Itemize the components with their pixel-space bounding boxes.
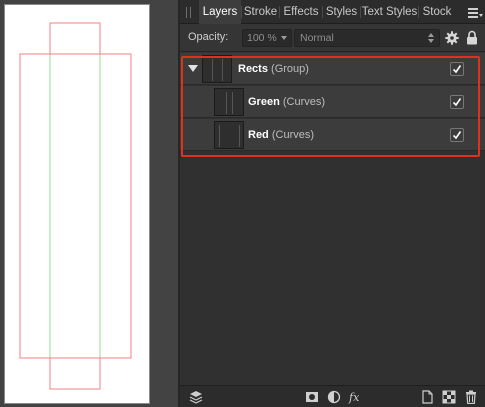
tab-text-styles[interactable]: Text Styles bbox=[361, 0, 418, 24]
gear-icon[interactable] bbox=[445, 31, 459, 45]
layer-type: (Group) bbox=[271, 63, 309, 75]
opacity-input[interactable]: 100 % bbox=[242, 29, 292, 47]
layer-name: Red bbox=[248, 129, 269, 141]
blend-mode-value: Normal bbox=[300, 32, 334, 44]
layer-row-rects-group[interactable]: Rects (Group) bbox=[180, 53, 485, 85]
tab-stroke[interactable]: Stroke bbox=[242, 0, 279, 24]
checkmark-icon bbox=[452, 65, 462, 74]
panel-bottom-toolbar: fx bbox=[180, 385, 485, 407]
layers-panel: Layers Stroke Effects Styles Text Styles… bbox=[180, 0, 485, 407]
group-icon[interactable] bbox=[442, 390, 456, 404]
layer-thumbnail bbox=[214, 121, 244, 149]
chevron-down-icon[interactable] bbox=[281, 36, 287, 40]
tab-stock[interactable]: Stock bbox=[419, 0, 455, 24]
updown-arrows-icon bbox=[428, 33, 434, 44]
panel-grip-handle[interactable] bbox=[186, 7, 192, 18]
canvas-shapes bbox=[19, 22, 132, 390]
mask-icon[interactable] bbox=[305, 390, 319, 404]
opacity-label: Opacity: bbox=[188, 31, 229, 43]
trash-icon[interactable] bbox=[464, 390, 478, 404]
artboard[interactable] bbox=[4, 4, 150, 404]
red-curve-shape-top bbox=[49, 22, 101, 55]
red-curve-shape bbox=[19, 53, 132, 359]
layer-type: (Curves) bbox=[271, 129, 315, 141]
visibility-checkbox[interactable] bbox=[450, 128, 464, 142]
tab-effects[interactable]: Effects bbox=[280, 0, 322, 24]
document-canvas[interactable] bbox=[0, 0, 178, 407]
layer-label: Green (Curves) bbox=[248, 96, 325, 108]
lock-icon[interactable] bbox=[466, 30, 478, 45]
layer-row-green-curves[interactable]: Green (Curves) bbox=[180, 86, 485, 118]
adjustment-icon[interactable] bbox=[327, 390, 341, 404]
fx-icon[interactable]: fx bbox=[348, 390, 364, 404]
panel-tab-bar: Layers Stroke Effects Styles Text Styles… bbox=[180, 0, 485, 24]
blend-mode-select[interactable]: Normal bbox=[294, 29, 440, 47]
layer-row-red-curves[interactable]: Red (Curves) bbox=[180, 119, 485, 151]
layer-thumbnail bbox=[214, 88, 244, 116]
svg-text:fx: fx bbox=[348, 391, 360, 404]
opacity-value: 100 % bbox=[247, 32, 277, 44]
new-layer-icon[interactable] bbox=[420, 390, 434, 404]
layer-name: Rects bbox=[238, 63, 268, 75]
layer-name: Green bbox=[248, 96, 280, 108]
layers-stack-icon[interactable] bbox=[189, 390, 203, 404]
expand-triangle-icon[interactable] bbox=[188, 65, 198, 72]
layer-thumbnail bbox=[202, 55, 232, 83]
layer-type: (Curves) bbox=[282, 96, 326, 108]
checkmark-icon bbox=[452, 131, 462, 140]
layer-options-bar: Opacity: 100 % Normal bbox=[180, 24, 485, 52]
red-curve-shape-bottom bbox=[49, 357, 101, 390]
tab-styles[interactable]: Styles bbox=[323, 0, 360, 24]
tab-layers[interactable]: Layers bbox=[199, 0, 241, 24]
hamburger-menu-icon[interactable] bbox=[466, 4, 484, 20]
layer-label: Rects (Group) bbox=[238, 63, 309, 75]
visibility-checkbox[interactable] bbox=[450, 95, 464, 109]
green-curve-shape bbox=[49, 22, 101, 390]
checkmark-icon bbox=[452, 98, 462, 107]
visibility-checkbox[interactable] bbox=[450, 62, 464, 76]
layers-list: Rects (Group) Green (Curves) Red (Curves… bbox=[180, 53, 485, 385]
layer-label: Red (Curves) bbox=[248, 129, 314, 141]
